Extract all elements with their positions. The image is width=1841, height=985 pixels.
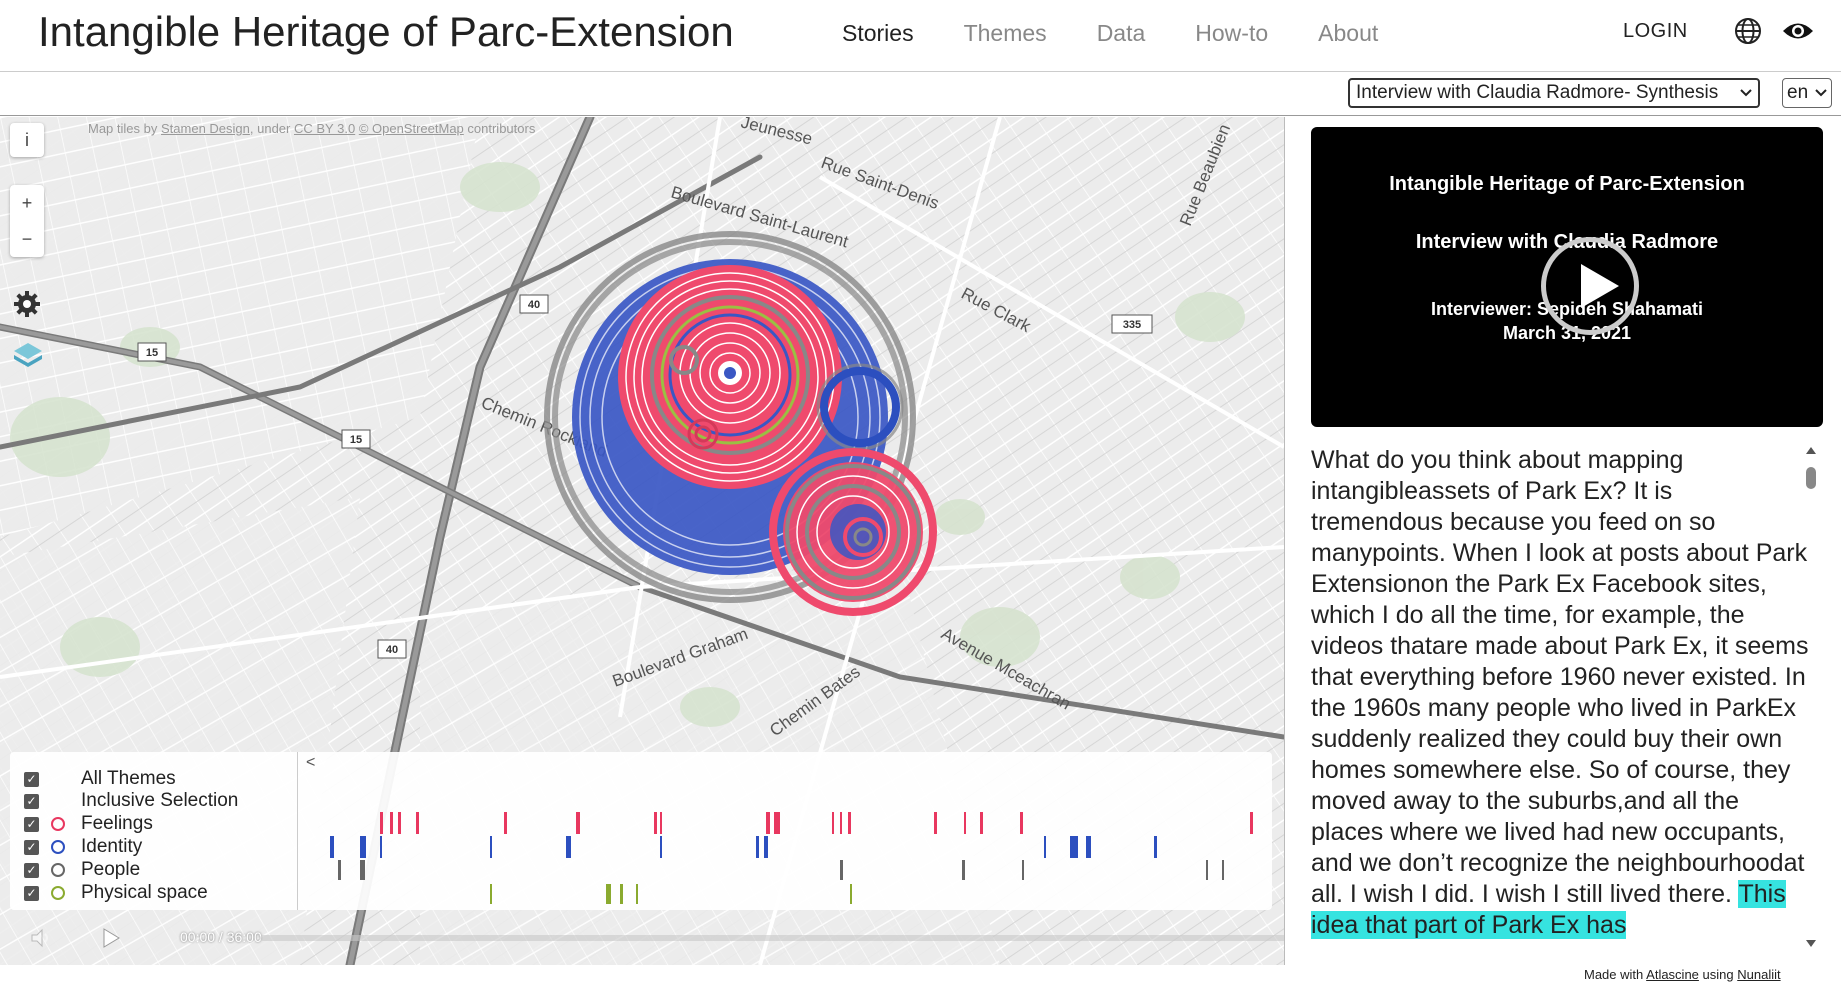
checkbox[interactable]: ✓ xyxy=(24,839,39,855)
site-title[interactable]: Intangible Heritage of Parc-Extension xyxy=(38,8,734,56)
nav-data[interactable]: Data xyxy=(1097,20,1146,47)
legend-label: Inclusive Selection xyxy=(81,790,239,811)
legend-label: People xyxy=(81,859,141,880)
legend-row-feelings[interactable]: ✓ Feelings xyxy=(24,813,153,835)
cc-link[interactable]: CC BY 3.0 xyxy=(294,121,355,136)
map-attribution: Map tiles by Stamen Design, under CC BY … xyxy=(88,121,535,136)
feelings-timeline-row xyxy=(380,812,1253,834)
osm-link[interactable]: © OpenStreetMap xyxy=(359,121,464,136)
chevron-down-icon xyxy=(1815,89,1827,97)
language-select-value: en xyxy=(1787,82,1809,103)
theme-legend: ✓ All Themes ✓ Inclusive Selection ✓ Fee… xyxy=(10,752,298,910)
checkbox[interactable]: ✓ xyxy=(24,793,39,809)
identity-timeline-row xyxy=(330,836,1157,858)
people-timeline-row xyxy=(338,860,1224,880)
footer-credit: Made with Atlascine using Nunaliit xyxy=(1584,967,1781,982)
legend-label: Feelings xyxy=(81,813,153,834)
layers-icon[interactable] xyxy=(12,339,44,371)
zoom-out-button[interactable]: − xyxy=(10,221,44,257)
footer-text: Made with xyxy=(1584,967,1644,982)
nav-about[interactable]: About xyxy=(1318,20,1378,47)
route-shield-label: 15 xyxy=(146,347,158,359)
play-icon xyxy=(1581,264,1619,308)
legend-label: Physical space xyxy=(81,882,208,903)
chevron-down-icon xyxy=(1740,89,1752,97)
top-header: Intangible Heritage of Parc-Extension St… xyxy=(0,0,1841,72)
legend-label: All Themes xyxy=(81,768,176,789)
nav-how-to[interactable]: How-to xyxy=(1195,20,1268,47)
volume-icon[interactable] xyxy=(30,927,52,949)
scroll-thumb[interactable] xyxy=(1806,467,1816,489)
transcript-body: What do you think about mapping intangib… xyxy=(1311,446,1809,908)
timeline-collapse-arrow[interactable]: < xyxy=(306,754,315,772)
theme-timeline[interactable]: < xyxy=(300,752,1270,910)
legend-row-people[interactable]: ✓ People xyxy=(24,859,140,881)
theme-legend-panel: ✓ All Themes ✓ Inclusive Selection ✓ Fee… xyxy=(10,752,1272,910)
nav-themes[interactable]: Themes xyxy=(964,20,1047,47)
footer-text: using xyxy=(1702,967,1734,982)
story-panel: Intangible Heritage of Parc-Extension In… xyxy=(1284,117,1841,965)
zoom-in-button[interactable]: + xyxy=(10,185,44,221)
attribution-text: contributors xyxy=(467,121,536,136)
route-shield-label: 40 xyxy=(386,644,398,656)
transcript-text[interactable]: What do you think about mapping intangib… xyxy=(1311,445,1811,965)
timeline-bars xyxy=(330,812,1253,904)
checkbox[interactable]: ✓ xyxy=(24,862,39,878)
story-selector-bar: Interview with Claudia Radmore- Synthesi… xyxy=(0,72,1841,116)
scroll-down-arrow-icon[interactable] xyxy=(1806,940,1816,947)
nav-stories[interactable]: Stories xyxy=(842,20,914,47)
feelings-swatch-icon xyxy=(51,817,65,831)
scroll-up-arrow-icon[interactable] xyxy=(1806,447,1816,454)
player-progress-bar[interactable] xyxy=(260,935,1284,941)
theme-circles-cluster[interactable] xyxy=(769,448,937,616)
globe-icon[interactable] xyxy=(1734,17,1762,45)
legend-swatch xyxy=(51,794,65,808)
app-root: Intangible Heritage of Parc-Extension St… xyxy=(0,0,1841,985)
legend-row-all-themes[interactable]: ✓ All Themes xyxy=(24,768,176,790)
route-shield-label: 40 xyxy=(528,299,540,311)
legend-row-physical-space[interactable]: ✓ Physical space xyxy=(24,882,208,904)
atlascine-link[interactable]: Atlascine xyxy=(1646,967,1699,982)
story-select-value: Interview with Claudia Radmore- Synthesi… xyxy=(1356,82,1719,103)
zoom-control: + − xyxy=(10,185,44,257)
login-link[interactable]: LOGIN xyxy=(1623,20,1688,43)
map-view[interactable]: 40 15 15 40 335 Jeunesse Rue Saint-Denis… xyxy=(0,117,1284,965)
attribution-text: , under xyxy=(249,121,291,136)
people-swatch-icon xyxy=(51,863,65,877)
video-title-line: Intangible Heritage of Parc-Extension xyxy=(1389,173,1745,195)
physical-space-timeline-row xyxy=(490,884,852,904)
video-play-button[interactable] xyxy=(1541,237,1639,335)
legend-swatch xyxy=(51,772,65,786)
info-button[interactable]: i xyxy=(10,123,44,157)
play-icon[interactable] xyxy=(102,928,120,948)
checkbox[interactable]: ✓ xyxy=(24,885,39,901)
legend-label: Identity xyxy=(81,836,143,857)
stamen-link[interactable]: Stamen Design xyxy=(161,121,250,136)
nunaliit-link[interactable]: Nunaliit xyxy=(1737,967,1780,982)
player-time: 00:00 / 36:00 xyxy=(180,929,262,945)
audio-player: 00:00 / 36:00 xyxy=(30,925,1284,951)
legend-row-identity[interactable]: ✓ Identity xyxy=(24,836,142,858)
main-nav: Stories Themes Data How-to About xyxy=(842,20,1378,47)
checkbox[interactable]: ✓ xyxy=(24,771,39,787)
gear-icon[interactable] xyxy=(12,289,42,319)
route-shield-label: 15 xyxy=(350,434,362,446)
attribution-text: Map tiles by xyxy=(88,121,158,136)
identity-swatch-icon xyxy=(51,840,65,854)
eye-icon[interactable] xyxy=(1782,18,1814,44)
story-select[interactable]: Interview with Claudia Radmore- Synthesi… xyxy=(1348,78,1760,108)
transcript-scrollbar[interactable] xyxy=(1803,447,1819,947)
language-select[interactable]: en xyxy=(1782,78,1832,108)
video-player[interactable]: Intangible Heritage of Parc-Extension In… xyxy=(1311,127,1823,427)
route-shield-label: 335 xyxy=(1123,319,1141,331)
legend-row-inclusive[interactable]: ✓ Inclusive Selection xyxy=(24,790,238,812)
checkbox[interactable]: ✓ xyxy=(24,816,39,832)
physical-space-swatch-icon xyxy=(51,886,65,900)
